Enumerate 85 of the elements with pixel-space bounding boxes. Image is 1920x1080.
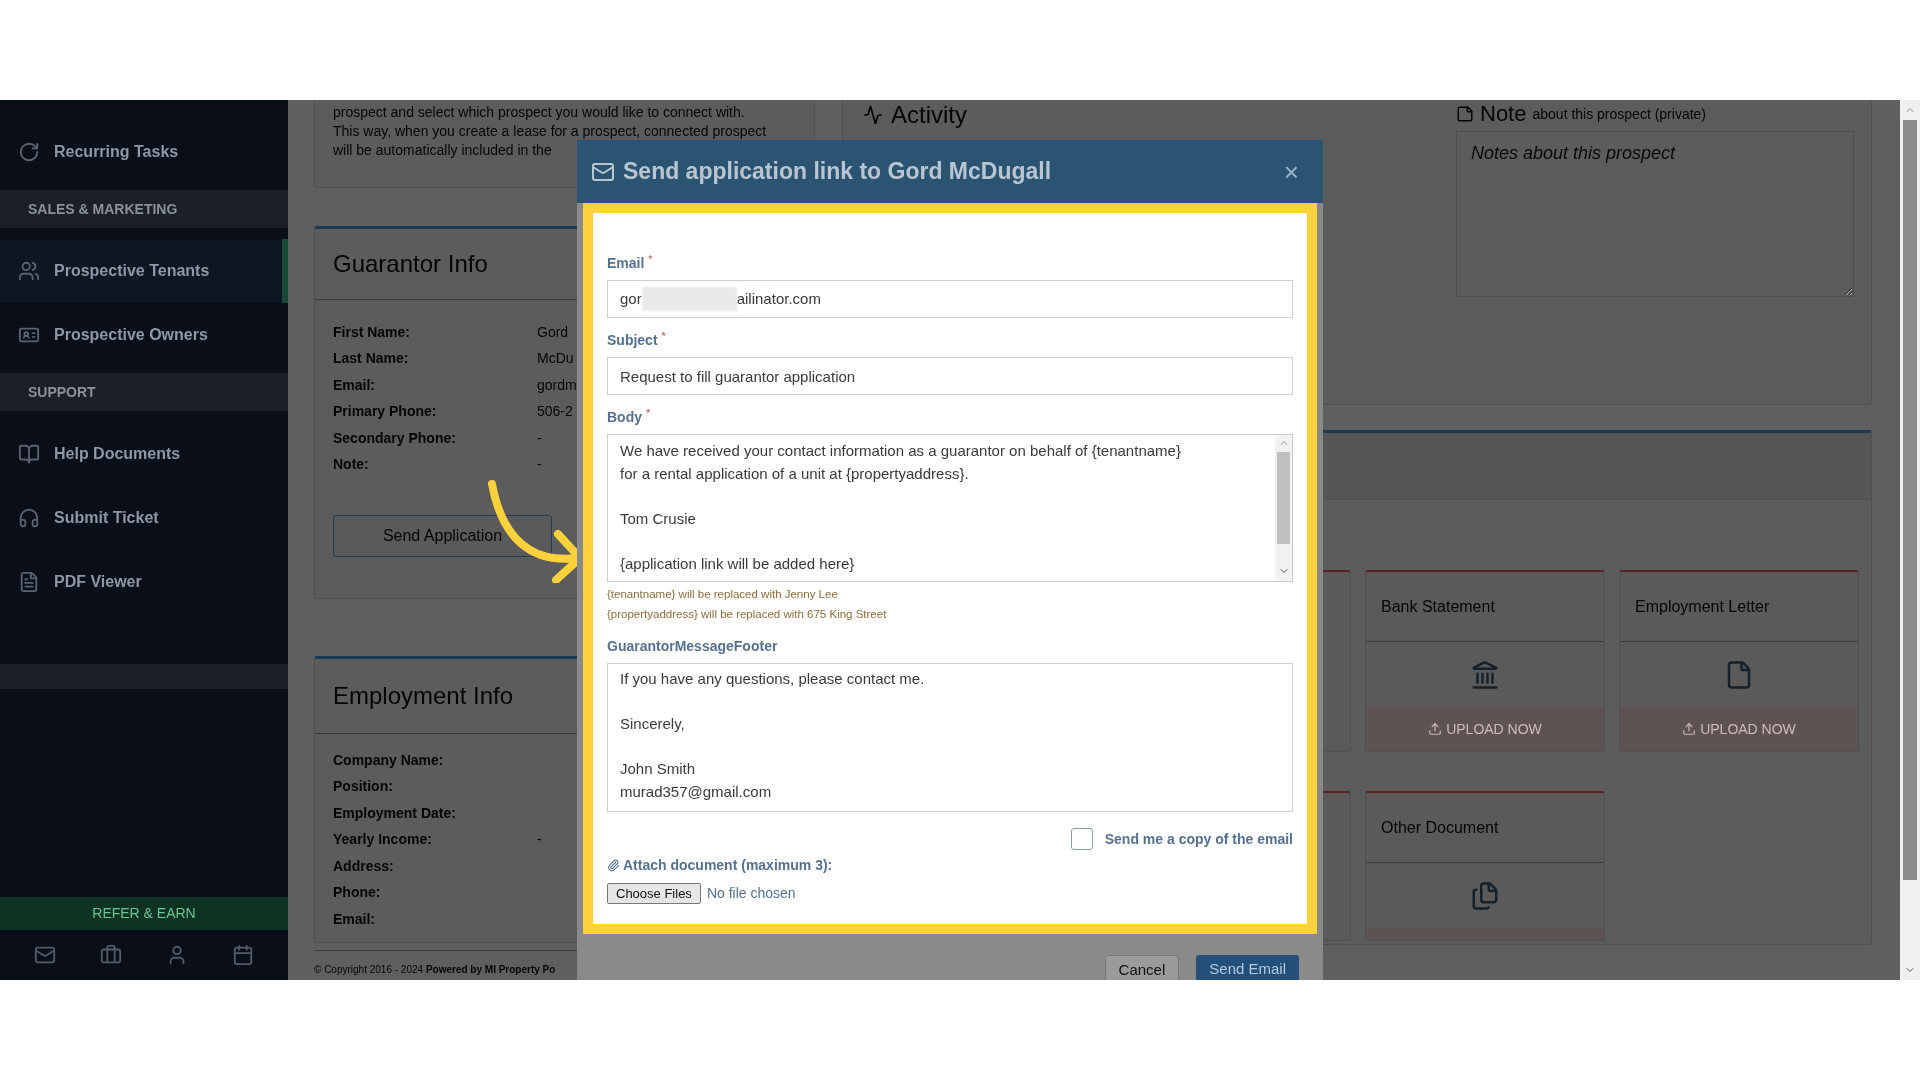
footer-message-field[interactable]: If you have any questions, please contact me. Sincerely, John Smith murad357@gmail.com <box>607 663 1293 812</box>
activity-icon <box>863 105 883 125</box>
sidebar-item-icon <box>18 260 40 282</box>
upload-icon <box>1428 722 1443 736</box>
sidebar-section-header: SALES & MARKETING <box>0 190 288 228</box>
cancel-button[interactable]: Cancel <box>1104 955 1180 980</box>
email-field[interactable]: gor ailinator.com <box>607 280 1293 318</box>
page-scrollbar[interactable] <box>1900 100 1920 980</box>
choose-files-button[interactable]: Choose Files <box>607 882 701 904</box>
field-label: Last Name: <box>333 349 410 368</box>
sidebar-item-icon <box>18 443 40 465</box>
mail-icon[interactable] <box>34 944 56 966</box>
field-label: Email: <box>333 909 376 929</box>
field-label: First Name: <box>333 322 412 342</box>
attach-label: Attach document (maximum 3): <box>623 855 833 875</box>
field-label: Yearly Income: <box>333 830 433 849</box>
field-value: Gord <box>537 322 569 342</box>
field-value: - <box>537 455 542 474</box>
card-title: Employment Info <box>333 680 514 711</box>
send-email-button[interactable]: Send Email <box>1196 955 1299 980</box>
field-label: Employment Date: <box>333 803 457 823</box>
sidebar-item[interactable]: Recurring Tasks <box>0 120 288 184</box>
field-label: Body <box>607 407 642 427</box>
document-icon <box>1470 880 1500 911</box>
sidebar-item[interactable]: Prospective Tenants <box>0 239 288 303</box>
document-title: Employment Letter <box>1635 596 1770 617</box>
refer-earn-button[interactable]: REFER & EARN <box>0 897 288 930</box>
sidebar-item[interactable]: Prospective Owners <box>0 303 288 367</box>
document-title: Bank Statement <box>1381 596 1495 617</box>
body-field[interactable]: We have received your contact information as a guarantor on behalf of {tenantname} for a rental application of a unit at {propertyaddress}. Tom Crusie {application link will be added here} <box>607 434 1293 582</box>
calendar-icon[interactable] <box>232 944 254 966</box>
field-label: Note: <box>333 455 370 474</box>
field-value: - <box>537 428 542 448</box>
field-label: Company Name: <box>333 750 445 770</box>
required-mark: * <box>648 251 653 267</box>
note-icon <box>1456 105 1474 123</box>
sidebar-item-icon <box>18 571 40 593</box>
sidebar-item-icon <box>18 507 40 529</box>
panel-title: Activity <box>891 100 967 130</box>
field-label: Email: <box>333 375 376 395</box>
field-value: 506-2 <box>537 402 573 421</box>
field-value: gordm <box>537 375 577 395</box>
copyright-text: © Copyright 2016 - 2024 Powered by MI Property Po <box>314 964 556 975</box>
checkbox-label: Send me a copy of the email <box>1104 829 1293 849</box>
info-text: will be automatically included in the <box>333 141 553 160</box>
email-text: ailinator.com <box>736 288 821 309</box>
field-label: GuarantorMessageFooter <box>607 636 778 656</box>
field-label: Primary Phone: <box>333 402 438 421</box>
field-value: - <box>537 830 542 849</box>
info-text: This way, when you create a lease for a prospect, connected prospect <box>333 122 768 141</box>
sidebar-item-icon <box>18 141 40 163</box>
document-icon <box>1470 659 1500 690</box>
field-label: Phone: <box>333 883 382 902</box>
briefcase-icon[interactable] <box>100 944 122 966</box>
sidebar-item[interactable]: PDF Viewer <box>0 550 288 614</box>
info-text: prospect and select which prospect you would like to connect with. <box>333 103 746 122</box>
required-mark: * <box>646 405 651 421</box>
placeholder-hint: {tenantname} will be replaced with Jenny Lee <box>607 587 839 602</box>
note-title: Note <box>1480 100 1527 128</box>
paperclip-icon <box>607 858 620 872</box>
file-status: No file chosen <box>706 883 796 903</box>
field-label: Email <box>607 253 645 273</box>
notes-field[interactable]: Notes about this prospect <box>1456 131 1854 297</box>
upload-icon <box>1682 722 1697 736</box>
copy-checkbox[interactable] <box>1070 828 1093 850</box>
sidebar-section-header: SUPPORT <box>0 373 288 411</box>
placeholder-hint: {propertyaddress} will be replaced with 675 King Street <box>607 607 888 622</box>
email-text: gor <box>620 288 642 309</box>
upload-now-button[interactable]: UPLOAD NOW <box>1428 718 1542 740</box>
modal-title: Send application link to Gord McDugall <box>623 157 1052 187</box>
field-label: Secondary Phone: <box>333 428 457 448</box>
field-value: McDu <box>537 349 574 368</box>
required-mark: * <box>661 328 666 344</box>
card-title: Guarantor Info <box>333 248 488 279</box>
sidebar-item[interactable]: Help Documents <box>0 422 288 486</box>
close-button[interactable]: × <box>1283 158 1299 185</box>
field-label: Subject <box>607 330 658 350</box>
field-label: Address: <box>333 856 395 876</box>
scrollbar[interactable] <box>1275 435 1292 581</box>
field-label: Position: <box>333 777 394 796</box>
document-title: Other Document <box>1381 817 1499 838</box>
sidebar-item[interactable]: Submit Ticket <box>0 486 288 550</box>
note-subtitle: about this prospect (private) <box>1532 104 1706 124</box>
upload-now-button[interactable]: UPLOAD NOW <box>1682 718 1796 740</box>
subject-field[interactable]: Request to fill guarantor application <box>607 357 1293 395</box>
